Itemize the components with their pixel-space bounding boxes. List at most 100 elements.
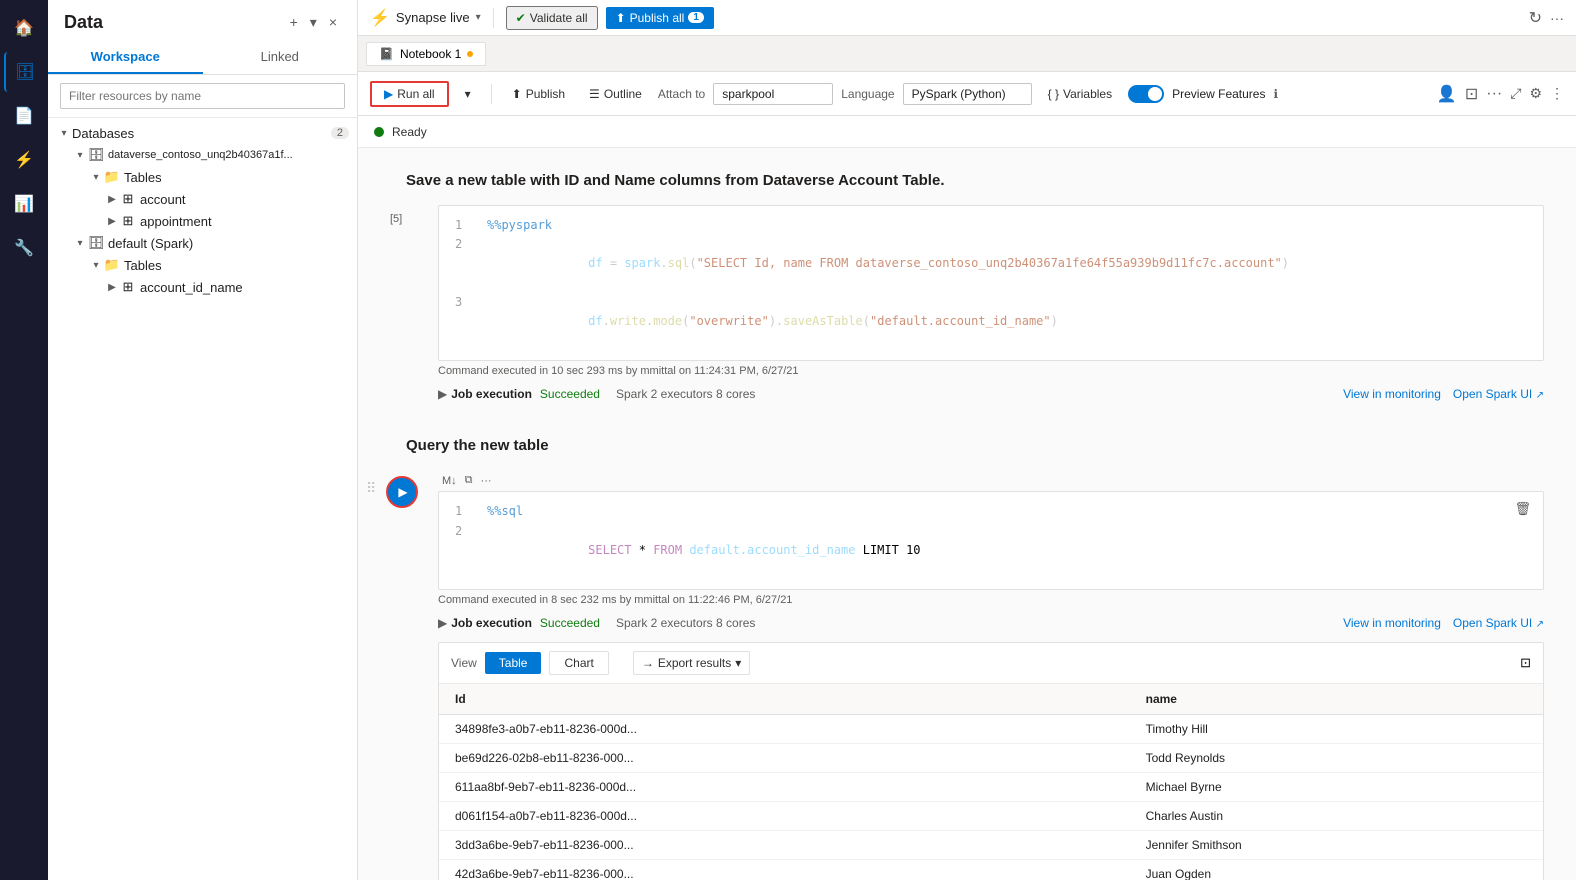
notebook-tab-label: Notebook 1	[400, 47, 461, 61]
cell2-delete-button[interactable]: 🗑	[1510, 498, 1535, 523]
cell1-view-monitoring-link[interactable]: View in monitoring	[1343, 387, 1441, 401]
table-account-id-label: account_id_name	[140, 280, 243, 295]
cell1-exec-info: Command executed in 10 sec 293 ms by mmi…	[438, 361, 1544, 383]
preview-info-icon[interactable]: ℹ	[1273, 87, 1278, 101]
publish-btn-label: Publish	[526, 87, 565, 101]
sidebar-search	[48, 75, 357, 118]
col-name-header: name	[1130, 684, 1543, 715]
cell-1: [5] 1 %%pyspark 2 df = spark.sql("SELECT…	[438, 205, 1544, 405]
manage-icon[interactable]: 🔧	[4, 228, 44, 268]
cell2-actions: View in monitoring Open Spark UI ↗	[1343, 616, 1544, 630]
preview-features-toggle[interactable]	[1128, 85, 1164, 103]
notebook-tab-1[interactable]: 📓 Notebook 1	[366, 42, 486, 66]
databases-section[interactable]: ▾ Databases 2	[48, 122, 357, 144]
publish-badge: 1	[688, 12, 704, 23]
linked-tab[interactable]: Linked	[203, 41, 358, 74]
outline-button[interactable]: ☰ Outline	[581, 83, 650, 105]
run-dropdown-button[interactable]: ▾	[457, 83, 479, 105]
cell2-view-monitoring-link[interactable]: View in monitoring	[1343, 616, 1441, 630]
sidebar-actions: + ▾ ×	[286, 12, 341, 33]
close-sidebar-button[interactable]: ×	[325, 12, 341, 33]
cell-name: Todd Reynolds	[1130, 744, 1543, 773]
sidebar-title: Data	[64, 12, 103, 33]
validate-all-button[interactable]: ✔ Validate all	[506, 6, 598, 30]
sidebar-tabs: Workspace Linked	[48, 41, 357, 75]
section2-heading: Query the new table	[358, 421, 1576, 466]
databases-chevron: ▾	[56, 125, 72, 141]
search-input[interactable]	[60, 83, 345, 109]
toolbar: ▶ Run all ▾ ⬆ Publish ☰ Outline Attach t…	[358, 72, 1576, 116]
results-table: Id name 34898fe3-a0b7-eb11-8236-000d...T…	[439, 684, 1543, 880]
integrate-icon[interactable]: ⚡	[4, 140, 44, 180]
cell2-copy-button[interactable]: ⧉	[465, 474, 473, 487]
cell-id: 611aa8bf-9eb7-eb11-8236-000d...	[439, 773, 1130, 802]
variables-button[interactable]: { } Variables	[1040, 83, 1121, 105]
db2-tables-folder[interactable]: ▾ 📁 Tables	[48, 254, 357, 276]
table-appointment[interactable]: ▶ ⊞ appointment	[48, 210, 357, 232]
export-results-button[interactable]: → Export results ▾	[633, 651, 750, 675]
cell1-open-spark-link[interactable]: Open Spark UI ↗	[1453, 387, 1544, 401]
db1-tables-chevron: ▾	[88, 169, 104, 185]
code-line-1: 1 %%pyspark	[455, 216, 1527, 235]
folder-icon: 📁	[104, 169, 120, 185]
cell2-line-2: 2 SELECT * FROM default.account_id_name …	[455, 522, 1527, 580]
refresh-icon[interactable]: ↻	[1529, 8, 1542, 28]
cell2-inline-actions: 🗑	[1510, 498, 1535, 523]
publish-all-button[interactable]: ⬆ Publish all 1	[606, 7, 714, 29]
db2-item[interactable]: ▾ 🗄 default (Spark)	[48, 232, 357, 254]
results-layout-icon[interactable]: ⊡	[1520, 655, 1531, 671]
db2-label: default (Spark)	[108, 236, 193, 251]
cell2-code[interactable]: 🗑 1 %%sql 2 SELECT * FROM default.accoun…	[438, 491, 1544, 590]
cell2-drag-handle[interactable]: ⠿	[366, 480, 376, 497]
notebook-tabs: 📓 Notebook 1	[358, 36, 1576, 72]
table-account-id-name[interactable]: ▶ ⊞ account_id_name	[48, 276, 357, 298]
cell1-expand-chevron[interactable]: ▶	[438, 387, 447, 401]
home-icon[interactable]: 🏠	[4, 8, 44, 48]
table-tab-button[interactable]: Table	[485, 652, 542, 674]
cell2-exec-info: Command executed in 8 sec 232 ms by mmit…	[438, 590, 1544, 612]
maximize-icon[interactable]: ⤢	[1510, 85, 1521, 102]
cell-id: 42d3a6be-9eb7-eb11-8236-000...	[439, 860, 1130, 880]
section1-heading: Save a new table with ID and Name column…	[358, 164, 1576, 201]
sidebar-resize-handle[interactable]	[353, 0, 357, 880]
cell2-run-button[interactable]: ▶	[386, 476, 418, 508]
folder-icon-2: 📁	[104, 257, 120, 273]
outline-label: Outline	[604, 87, 642, 101]
db1-tables-folder[interactable]: ▾ 📁 Tables	[48, 166, 357, 188]
sidebar: Data + ▾ × Workspace Linked ▾ Databases …	[48, 0, 358, 880]
cell2-top-actions: M↓ ⧉ ···	[438, 470, 1544, 491]
monitor-icon[interactable]: 📊	[4, 184, 44, 224]
add-resource-button[interactable]: +	[286, 12, 302, 33]
develop-icon[interactable]: 📄	[4, 96, 44, 136]
toolbar-more-icon[interactable]: ···	[1486, 85, 1502, 103]
synapse-dropdown-icon[interactable]: ▾	[476, 12, 481, 23]
col-id-header: Id	[439, 684, 1130, 715]
cell2-expand-chevron[interactable]: ▶	[438, 616, 447, 630]
language-select[interactable]: PySpark (Python)	[903, 83, 1032, 105]
resource-tree: ▾ Databases 2 ▾ 🗄 dataverse_contoso_unq2…	[48, 118, 357, 880]
cell2-md-button[interactable]: M↓	[442, 475, 457, 487]
cell1-code[interactable]: 1 %%pyspark 2 df = spark.sql("SELECT Id,…	[438, 205, 1544, 361]
database-icon-2: 🗄	[88, 235, 104, 251]
table-account[interactable]: ▶ ⊞ account	[48, 188, 357, 210]
collapse-all-button[interactable]: ▾	[306, 12, 321, 33]
person-icon[interactable]: 👤	[1437, 84, 1457, 104]
database-icon: 🗄	[88, 147, 104, 163]
notebook-tab-icon: 📓	[379, 47, 394, 61]
db1-label: dataverse_contoso_unq2b40367a1f...	[108, 149, 293, 161]
settings-icon[interactable]: ⚙	[1529, 85, 1542, 102]
attach-select[interactable]: sparkpool	[713, 83, 833, 105]
chart-tab-button[interactable]: Chart	[549, 651, 608, 675]
db1-item[interactable]: ▾ 🗄 dataverse_contoso_unq2b40367a1f...	[48, 144, 357, 166]
workspace-tab[interactable]: Workspace	[48, 41, 203, 74]
run-all-button[interactable]: ▶ Run all	[370, 81, 449, 107]
results-toolbar: View Table Chart → Export results ▾ ⊡	[439, 643, 1543, 684]
layout-icon[interactable]: ⊡	[1465, 84, 1478, 104]
more-options-icon[interactable]: ···	[1550, 10, 1564, 26]
data-icon[interactable]: 🗄	[4, 52, 44, 92]
cell2-open-spark-link[interactable]: Open Spark UI ↗	[1453, 616, 1544, 630]
more-vert-icon[interactable]: ⋮	[1550, 85, 1564, 102]
db2-tables-label: Tables	[124, 258, 162, 273]
cell2-more-button[interactable]: ···	[481, 475, 492, 487]
publish-button[interactable]: ⬆ Publish	[504, 83, 573, 105]
